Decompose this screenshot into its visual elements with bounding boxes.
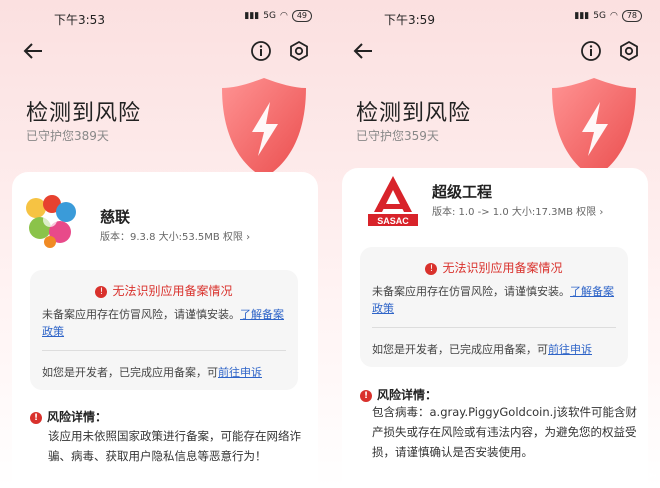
app-name: 超级工程	[432, 183, 493, 201]
divider	[372, 327, 616, 328]
status-indicators: ▮▮▮ 5G ◠ 49	[244, 10, 312, 22]
warning-body: 未备案应用存在仿冒风险，请谨慎安装。了解备案政策	[372, 283, 618, 317]
signal-icon: ▮▮▮	[574, 11, 590, 21]
battery-level: 78	[621, 10, 642, 22]
protected-days: 已守护您389天	[26, 129, 109, 143]
warning-body-text: 未备案应用存在仿冒风险，请谨慎安装。	[372, 285, 570, 298]
wifi-icon: ◠	[609, 11, 618, 21]
app-logo-text: SASAC	[377, 216, 409, 226]
page-title: 检测到风险	[26, 101, 142, 126]
status-bar: 下午3:59 ▮▮▮ 5G ◠ 78	[330, 10, 660, 28]
filing-warning-box: ! 无法识别应用备案情况 未备案应用存在仿冒风险，请谨慎安装。了解备案政策 如您是…	[360, 247, 628, 367]
app-meta[interactable]: 版本：9.3.8 大小:53.5MB 权限 ›	[100, 228, 250, 243]
left-screen: 下午3:53 ▮▮▮ 5G ◠ 49 检测到风险 已守护您389天 慈联 版本：…	[0, 0, 330, 488]
developer-text: 如您是开发者，已完成应用备案，可	[42, 366, 218, 379]
warning-title: ! 无法识别应用备案情况	[360, 259, 628, 276]
app-meta[interactable]: 版本: 1.0 -> 1.0 大小:17.3MB 权限 ›	[432, 203, 603, 218]
warning-title-text: 无法识别应用备案情况	[112, 284, 233, 298]
risk-details-body: 包含病毒：a.gray.PiggyGoldcoin.j该软件可能含财产损失或存在…	[372, 405, 638, 459]
risk-details-title: ! 风险详情：	[30, 408, 107, 425]
developer-appeal-line: 如您是开发者，已完成应用备案，可前往申诉	[372, 341, 592, 357]
signal-type: 5G	[593, 11, 606, 21]
protected-days: 已守护您359天	[356, 129, 439, 143]
alert-icon: !	[360, 390, 372, 402]
app-icon: SASAC	[364, 172, 422, 230]
watermark: 头条号 / 李泓反传防骗	[556, 469, 656, 480]
back-arrow-icon[interactable]	[352, 40, 374, 62]
risk-details-title: ! 风险详情：	[360, 386, 437, 403]
status-indicators: ▮▮▮ 5G ◠ 78	[574, 10, 642, 22]
wifi-icon: ◠	[279, 11, 288, 21]
app-icon	[22, 192, 80, 250]
appeal-link[interactable]: 前往申诉	[218, 366, 262, 379]
alert-icon: !	[30, 412, 42, 424]
alert-icon: !	[95, 286, 108, 298]
settings-gear-icon[interactable]	[618, 40, 640, 62]
risk-details-body: 该应用未依照国家政策进行备案，可能存在网络诈骗、病毒、获取用户隐私信息等恶意行为…	[48, 429, 301, 463]
risk-title-text: 风险详情：	[377, 388, 438, 402]
warning-body-text: 未备案应用存在仿冒风险，请谨慎安装。	[42, 308, 240, 321]
appeal-link[interactable]: 前往申诉	[548, 343, 592, 356]
app-name: 慈联	[100, 208, 131, 226]
status-time: 下午3:59	[384, 13, 435, 27]
warning-body: 未备案应用存在仿冒风险，请谨慎安装。了解备案政策	[42, 306, 288, 340]
back-arrow-icon[interactable]	[22, 40, 44, 62]
warning-title: ! 无法识别应用备案情况	[30, 282, 298, 299]
settings-gear-icon[interactable]	[288, 40, 310, 62]
danger-shield-icon	[222, 78, 306, 178]
risk-title-text: 风险详情：	[47, 410, 108, 424]
signal-icon: ▮▮▮	[244, 11, 260, 21]
status-time: 下午3:53	[54, 13, 105, 27]
page-title: 检测到风险	[356, 101, 472, 126]
divider	[42, 350, 286, 351]
info-icon[interactable]	[250, 40, 272, 62]
filing-warning-box: ! 无法识别应用备案情况 未备案应用存在仿冒风险，请谨慎安装。了解备案政策 如您是…	[30, 270, 298, 390]
status-bar: 下午3:53 ▮▮▮ 5G ◠ 49	[0, 10, 330, 28]
developer-text: 如您是开发者，已完成应用备案，可	[372, 343, 548, 356]
danger-shield-icon	[552, 78, 636, 178]
alert-icon: !	[425, 263, 438, 275]
battery-level: 49	[291, 10, 312, 22]
warning-title-text: 无法识别应用备案情况	[442, 261, 563, 275]
developer-appeal-line: 如您是开发者，已完成应用备案，可前往申诉	[42, 364, 262, 380]
right-screen: 下午3:59 ▮▮▮ 5G ◠ 78 检测到风险 已守护您359天 SASAC …	[330, 0, 660, 488]
signal-type: 5G	[263, 11, 276, 21]
info-icon[interactable]	[580, 40, 602, 62]
